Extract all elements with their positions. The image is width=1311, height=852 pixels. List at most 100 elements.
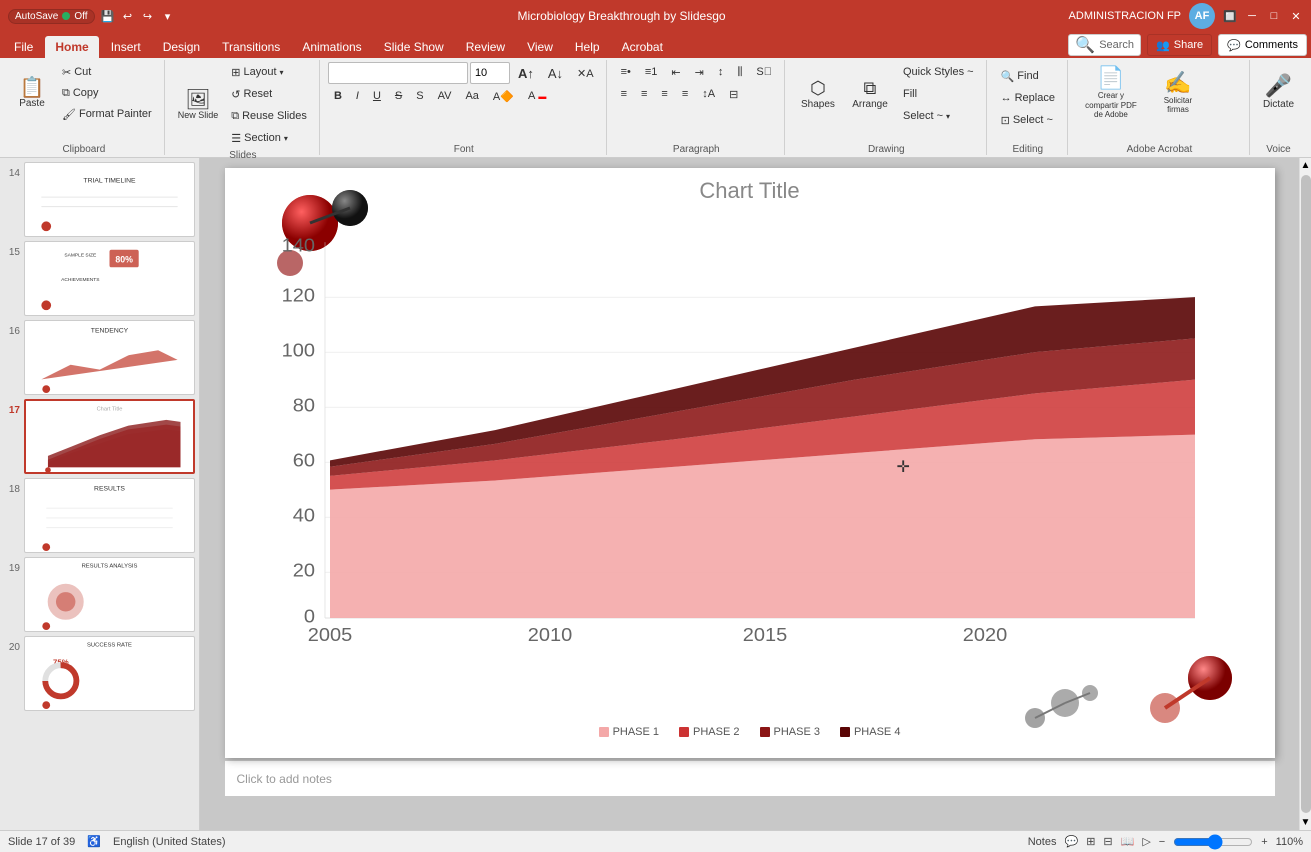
tab-acrobat[interactable]: Acrobat	[612, 36, 673, 58]
accessibility-icon[interactable]: ♿	[87, 835, 101, 848]
reading-view-icon[interactable]: 📖	[1121, 835, 1135, 848]
request-signatures-button[interactable]: ✍ Solicitar firmas	[1148, 67, 1208, 118]
redo-icon[interactable]: ↪	[141, 9, 155, 23]
tab-transitions[interactable]: Transitions	[212, 36, 290, 58]
clipboard-top-row: 📋 Paste ✂Cut ⧉Copy 🖌Format Painter	[10, 62, 158, 124]
tab-design[interactable]: Design	[153, 36, 210, 58]
slide-main[interactable]: Chart Title	[225, 168, 1275, 758]
underline-button[interactable]: U	[367, 86, 387, 106]
section-button[interactable]: ☰Section▾	[225, 128, 313, 148]
ribbon-group-acrobat: 📄 Crear y compartir PDF de Adobe ✍ Solic…	[1070, 60, 1250, 155]
scroll-down-btn[interactable]: ▼	[1301, 817, 1311, 828]
legend-color-4	[840, 727, 850, 737]
line-spacing-button[interactable]: ↕	[712, 62, 730, 82]
case-button[interactable]: Aa	[459, 86, 484, 106]
tab-review[interactable]: Review	[456, 36, 515, 58]
maximize-icon[interactable]: □	[1267, 9, 1281, 23]
quick-styles-button[interactable]: Quick Styles ~	[897, 62, 980, 82]
language: English (United States)	[113, 836, 226, 848]
title-bar-left: AutoSave Off 💾 ↩ ↪ ▾	[8, 9, 175, 24]
reset-icon: ↺	[231, 88, 240, 101]
save-icon[interactable]: 💾	[101, 9, 115, 23]
scroll-up-btn[interactable]: ▲	[1301, 160, 1311, 171]
reuse-slides-button[interactable]: ⧉Reuse Slides	[225, 106, 313, 126]
tab-slideshow[interactable]: Slide Show	[374, 36, 454, 58]
tab-home[interactable]: Home	[45, 36, 98, 58]
slide-thumb-19[interactable]: 19 RESULTS ANALYSIS	[4, 557, 195, 632]
font-decrease-button[interactable]: A↓	[542, 63, 569, 83]
select-button[interactable]: Select ~ ▾	[897, 106, 980, 126]
outdent-button[interactable]: ⇤	[665, 62, 686, 82]
undo-icon[interactable]: ↩	[121, 9, 135, 23]
bold-button[interactable]: B	[328, 86, 348, 106]
new-slide-button[interactable]: 🖼 New Slide	[173, 87, 224, 123]
format-painter-button[interactable]: 🖌Format Painter	[56, 104, 158, 124]
text-highlight-button[interactable]: A🔶	[487, 86, 520, 106]
zoom-in-icon[interactable]: +	[1261, 836, 1267, 848]
normal-view-icon[interactable]: ⊞	[1086, 835, 1095, 848]
notes-btn[interactable]: Notes	[1028, 836, 1057, 848]
notes-area[interactable]: Click to add notes	[225, 760, 1275, 796]
italic-button[interactable]: I	[350, 86, 365, 106]
zoom-slider[interactable]	[1173, 834, 1253, 850]
justify-button[interactable]: ≡	[676, 84, 694, 104]
layout-button[interactable]: ⊞Layout▾	[225, 62, 313, 82]
indent-button[interactable]: ⇥	[689, 62, 710, 82]
spacing-button[interactable]: AV	[432, 86, 458, 106]
close-icon[interactable]: ✕	[1289, 9, 1303, 23]
align-right-button[interactable]: ≡	[655, 84, 673, 104]
tab-animations[interactable]: Animations	[292, 36, 371, 58]
tab-help[interactable]: Help	[565, 36, 610, 58]
clear-formatting-button[interactable]: ✕A	[571, 63, 600, 83]
align-left-button[interactable]: ≡	[615, 84, 633, 104]
right-scrollbar[interactable]: ▲ ▼	[1299, 158, 1311, 830]
zoom-out-icon[interactable]: −	[1159, 836, 1165, 848]
font-color-button[interactable]: A▬	[522, 86, 552, 106]
numbering-button[interactable]: ≡1	[639, 62, 664, 82]
columns-button[interactable]: ⫼	[731, 62, 748, 82]
slideshow-icon[interactable]: ▷	[1142, 835, 1150, 848]
create-pdf-button[interactable]: 📄 Crear y compartir PDF de Adobe	[1076, 62, 1146, 123]
smart-art-button[interactable]: S⃣	[750, 62, 778, 82]
cut-button[interactable]: ✂Cut	[56, 62, 158, 82]
slide-sorter-icon[interactable]: ⊟	[1103, 835, 1112, 848]
shapes-button[interactable]: ⬡ Shapes	[793, 75, 843, 113]
arrange-button[interactable]: ⧉ Arrange	[845, 75, 895, 113]
tab-insert[interactable]: Insert	[101, 36, 151, 58]
minimize-icon[interactable]: ─	[1245, 9, 1259, 23]
user-avatar[interactable]: AF	[1189, 3, 1215, 29]
slide-thumb-14[interactable]: 14 TRIAL TIMELINE	[4, 162, 195, 237]
strikethrough-button[interactable]: S	[389, 86, 408, 106]
slide-thumb-17[interactable]: 17 Chart Title	[4, 399, 195, 474]
tab-file[interactable]: File	[4, 36, 43, 58]
share-button[interactable]: 👥 Share	[1147, 34, 1212, 56]
tab-view[interactable]: View	[517, 36, 563, 58]
text-columns-button[interactable]: ⊟	[723, 84, 744, 104]
slide-thumb-18[interactable]: 18 RESULTS	[4, 478, 195, 553]
slide-thumb-15[interactable]: 15 80% SAMPLE SIZE ACHIEVEMENTS	[4, 241, 195, 316]
paste-button[interactable]: 📋 Paste	[10, 75, 54, 112]
customize-icon[interactable]: ▾	[161, 9, 175, 23]
ribbon-display-icon[interactable]: 🔲	[1223, 9, 1237, 23]
autosave-badge[interactable]: AutoSave Off	[8, 9, 95, 24]
slide-thumb-20[interactable]: 20 SUCCESS RATE 75%	[4, 636, 195, 711]
bullets-button[interactable]: ≡•	[615, 62, 637, 82]
shadow-button[interactable]: S	[410, 86, 429, 106]
align-center-button[interactable]: ≡	[635, 84, 653, 104]
dictate-button[interactable]: 🎤 Dictate	[1258, 70, 1299, 113]
font-increase-button[interactable]: A↑	[512, 63, 540, 83]
comments-button[interactable]: 💬 Comments	[1218, 34, 1307, 56]
font-family-selector[interactable]	[328, 62, 468, 84]
shape-fill-button[interactable]: Fill	[897, 84, 980, 104]
replace-button[interactable]: ↔Replace	[995, 88, 1061, 108]
slide-thumb-16[interactable]: 16 TENDENCY	[4, 320, 195, 395]
copy-button[interactable]: ⧉Copy	[56, 83, 158, 103]
scroll-thumb[interactable]	[1301, 175, 1311, 813]
reset-button[interactable]: ↺Reset	[225, 84, 313, 104]
find-button[interactable]: 🔍Find	[995, 66, 1061, 86]
text-direction-button[interactable]: ↕A	[696, 84, 721, 104]
font-size-input[interactable]: 10	[470, 62, 510, 84]
comments-status-icon[interactable]: 💬	[1064, 835, 1078, 848]
search-box[interactable]: 🔍 Search	[1068, 34, 1141, 56]
select-edit-button[interactable]: ⊡Select ~	[995, 110, 1061, 130]
